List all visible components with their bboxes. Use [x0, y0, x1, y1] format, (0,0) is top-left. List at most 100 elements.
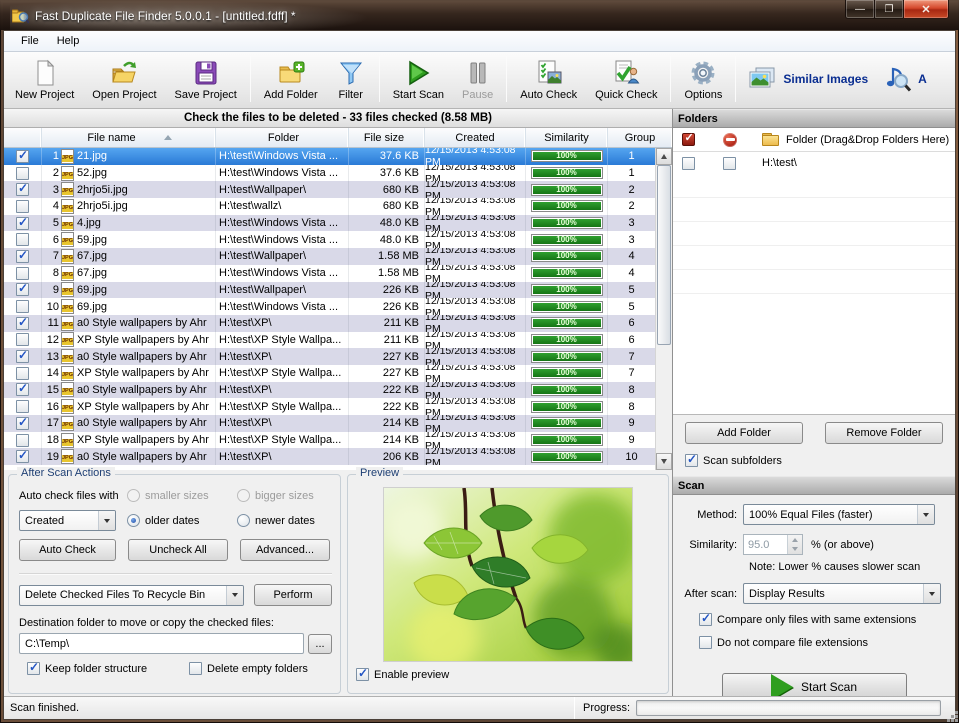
row-checkbox[interactable] [4, 365, 42, 382]
close-button[interactable]: ✕ [903, 0, 949, 19]
save-project-toolbar-button[interactable]: Save Project [166, 54, 246, 104]
similarity-cell: 100% [526, 181, 608, 198]
scroll-up-button[interactable] [656, 148, 672, 165]
menu-help[interactable]: Help [48, 33, 89, 49]
keep-folder-structure-checkbox[interactable]: Keep folder structure [27, 662, 189, 675]
column-group[interactable]: Group [608, 128, 672, 147]
similarity-spinner[interactable]: 95.0 [743, 534, 803, 555]
open-project-toolbar-button[interactable]: Open Project [83, 54, 165, 104]
table-row[interactable]: 2JPG52.jpgH:\test\Windows Vista ...37.6 … [4, 165, 655, 182]
similar-images-toolbar-button[interactable]: Similar Images [740, 54, 875, 104]
scroll-down-button[interactable] [656, 453, 672, 470]
table-row[interactable]: 3JPG2hrjo5i.jpgH:\test\Wallpaper\680 KB1… [4, 181, 655, 198]
row-checkbox[interactable] [4, 315, 42, 332]
table-row[interactable]: 6JPG59.jpgH:\test\Windows Vista ...48.0 … [4, 231, 655, 248]
row-checkbox[interactable] [4, 432, 42, 449]
perform-button[interactable]: Perform [254, 584, 332, 606]
column-created[interactable]: Created [425, 128, 526, 147]
row-checkbox[interactable] [4, 265, 42, 282]
row-checkbox[interactable] [4, 298, 42, 315]
date-field-combobox[interactable]: Created [19, 510, 116, 531]
spinner-arrows[interactable] [787, 535, 802, 554]
uncheck-all-button[interactable]: Uncheck All [128, 539, 228, 561]
table-row[interactable]: 5JPG4.jpgH:\test\Windows Vista ...48.0 K… [4, 215, 655, 232]
radio-smaller-sizes[interactable]: smaller sizes [127, 489, 237, 502]
advanced-button[interactable]: Advanced... [240, 539, 330, 561]
auto-check-toolbar-button[interactable]: Auto Check [511, 54, 586, 104]
table-row[interactable]: 12JPGXP Style wallpapers by AhrH:\test\X… [4, 332, 655, 349]
auto-check-button[interactable]: Auto Check [19, 539, 116, 561]
start-scan-button[interactable]: Start Scan [722, 673, 907, 696]
remove-folder-button[interactable]: Remove Folder [825, 422, 943, 444]
app-window: Fast Duplicate File Finder 5.0.0.1 - [un… [0, 0, 959, 723]
row-checkbox[interactable] [4, 332, 42, 349]
add-folder-button[interactable]: Add Folder [685, 422, 803, 444]
row-checkbox[interactable] [4, 198, 42, 215]
check-all-icon[interactable] [682, 133, 695, 146]
table-row[interactable]: 19JPGa0 Style wallpapers by AhrH:\test\X… [4, 448, 655, 465]
after-scan-combobox[interactable]: Display Results [743, 583, 941, 604]
table-row[interactable]: 9JPG69.jpgH:\test\Wallpaper\226 KB12/15/… [4, 282, 655, 299]
table-row[interactable]: 4JPG2hrjo5i.jpgH:\test\wallz\680 KB12/15… [4, 198, 655, 215]
row-checkbox[interactable] [4, 382, 42, 399]
table-row[interactable]: 13JPGa0 Style wallpapers by AhrH:\test\X… [4, 348, 655, 365]
menu-file[interactable]: File [12, 33, 48, 49]
table-row[interactable]: 18JPGXP Style wallpapers by AhrH:\test\X… [4, 432, 655, 449]
row-checkbox[interactable] [4, 231, 42, 248]
group-cell: 6 [608, 315, 655, 332]
action-combobox[interactable]: Delete Checked Files To Recycle Bin [19, 585, 244, 606]
exclude-icon[interactable] [723, 133, 737, 147]
row-checkbox[interactable] [4, 348, 42, 365]
row-checkbox[interactable] [4, 148, 42, 165]
row-checkbox[interactable] [4, 248, 42, 265]
table-row[interactable]: 14JPGXP Style wallpapers by AhrH:\test\X… [4, 365, 655, 382]
resize-grip[interactable] [951, 715, 954, 718]
row-checkbox[interactable] [4, 215, 42, 232]
radio-older-dates[interactable]: older dates [127, 514, 237, 527]
vertical-scrollbar[interactable] [655, 148, 672, 470]
options-toolbar-button[interactable]: Options [675, 54, 731, 104]
table-row[interactable]: 7JPG67.jpgH:\test\Wallpaper\1.58 MB12/15… [4, 248, 655, 265]
no-compare-ext-checkbox[interactable]: Do not compare file extensions [699, 636, 947, 649]
radio-newer-dates[interactable]: newer dates [237, 514, 315, 527]
scan-subfolders-checkbox[interactable]: Scan subfolders [673, 444, 955, 476]
exclude-checkbox[interactable] [723, 157, 736, 170]
folder-row[interactable]: H:\test\ [673, 152, 955, 174]
include-checkbox[interactable] [682, 157, 695, 170]
delete-empty-folders-checkbox[interactable]: Delete empty folders [189, 662, 308, 675]
table-row[interactable]: 15JPGa0 Style wallpapers by AhrH:\test\X… [4, 382, 655, 399]
row-checkbox[interactable] [4, 282, 42, 299]
table-row[interactable]: 1JPG21.jpgH:\test\Windows Vista ...37.6 … [4, 148, 655, 165]
a-toolbar-button[interactable]: A [875, 54, 934, 104]
method-combobox[interactable]: 100% Equal Files (faster) [743, 504, 935, 525]
column-folder[interactable]: Folder [216, 128, 349, 147]
filter-toolbar-button[interactable]: Filter [327, 54, 375, 104]
new-project-toolbar-button[interactable]: New Project [6, 54, 83, 104]
start-scan-toolbar-button[interactable]: Start Scan [384, 54, 453, 104]
column-similarity[interactable]: Similarity [526, 128, 608, 147]
row-checkbox[interactable] [4, 448, 42, 465]
row-checkbox[interactable] [4, 398, 42, 415]
column-file-name[interactable]: File name [42, 128, 216, 147]
table-row[interactable]: 16JPGXP Style wallpapers by AhrH:\test\X… [4, 398, 655, 415]
table-row[interactable]: 11JPGa0 Style wallpapers by AhrH:\test\X… [4, 315, 655, 332]
destination-input[interactable]: C:\Temp\ [19, 633, 304, 654]
table-row[interactable]: 10JPG69.jpgH:\test\Windows Vista ...226 … [4, 298, 655, 315]
column-checkbox[interactable] [4, 128, 42, 147]
compare-same-ext-checkbox[interactable]: Compare only files with same extensions [699, 613, 947, 626]
column-file-size[interactable]: File size [349, 128, 425, 147]
enable-preview-checkbox[interactable]: Enable preview [356, 668, 449, 681]
row-checkbox[interactable] [4, 165, 42, 182]
maximize-button[interactable]: ❐ [875, 0, 903, 19]
quick-check-toolbar-button[interactable]: Quick Check [586, 54, 666, 104]
radio-bigger-sizes[interactable]: bigger sizes [237, 489, 314, 502]
add-folder-toolbar-button[interactable]: Add Folder [255, 54, 327, 104]
row-checkbox[interactable] [4, 181, 42, 198]
table-row[interactable]: 8JPG67.jpgH:\test\Windows Vista ...1.58 … [4, 265, 655, 282]
scroll-thumb[interactable] [657, 165, 671, 345]
minimize-button[interactable]: — [845, 0, 875, 19]
row-checkbox[interactable] [4, 415, 42, 432]
scroll-track[interactable] [656, 345, 672, 453]
table-row[interactable]: 17JPGa0 Style wallpapers by AhrH:\test\X… [4, 415, 655, 432]
browse-button[interactable]: ... [308, 634, 332, 654]
